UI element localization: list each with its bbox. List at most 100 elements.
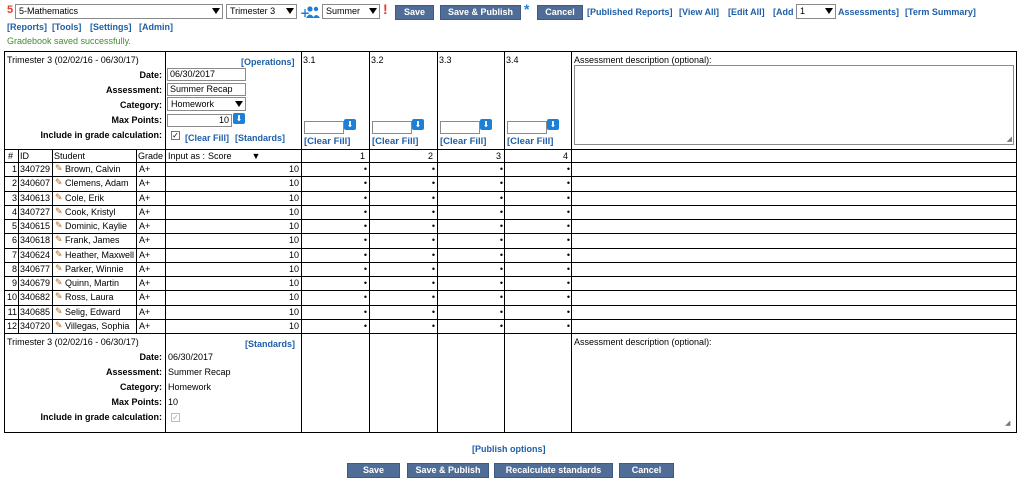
pencil-icon[interactable]: ✎ bbox=[55, 321, 64, 330]
date-field[interactable]: 06/30/2017 bbox=[167, 68, 246, 81]
standard-score-1[interactable]: • bbox=[301, 250, 367, 261]
recalculate-standards-button[interactable]: Recalculate standards bbox=[494, 463, 613, 478]
pencil-icon[interactable]: ✎ bbox=[55, 207, 64, 216]
standard-score-4[interactable]: • bbox=[504, 164, 570, 175]
standard-score-3[interactable]: • bbox=[437, 264, 503, 275]
score-input[interactable]: 10 bbox=[166, 235, 299, 246]
standard-fill-input-4[interactable] bbox=[507, 121, 547, 134]
clear-fill-link[interactable]: [Clear Fill] bbox=[185, 133, 229, 143]
download-arrow-icon[interactable]: ⬇ bbox=[412, 119, 424, 130]
standard-score-4[interactable]: • bbox=[504, 193, 570, 204]
standard-score-1[interactable]: • bbox=[301, 221, 367, 232]
score-input[interactable]: 10 bbox=[166, 264, 299, 275]
description-textarea[interactable]: ◢ bbox=[574, 65, 1014, 145]
standard-score-3[interactable]: • bbox=[437, 178, 503, 189]
term-summary-link[interactable]: [Term Summary] bbox=[905, 7, 976, 17]
download-arrow-icon[interactable]: ⬇ bbox=[547, 119, 559, 130]
assessment-field[interactable]: Summer Recap bbox=[167, 83, 246, 96]
standard-score-2[interactable]: • bbox=[369, 193, 435, 204]
footer-save-button[interactable]: Save bbox=[347, 463, 400, 478]
add-link[interactable]: [Add bbox=[773, 7, 794, 17]
standard-score-2[interactable]: • bbox=[369, 178, 435, 189]
standard-score-1[interactable]: • bbox=[301, 264, 367, 275]
publish-options-link[interactable]: [Publish options] bbox=[472, 444, 546, 454]
standard-score-1[interactable]: • bbox=[301, 178, 367, 189]
student-name[interactable]: Ross, Laura bbox=[65, 292, 114, 303]
standard-score-2[interactable]: • bbox=[369, 164, 435, 175]
standard-score-4[interactable]: • bbox=[504, 207, 570, 218]
standard-score-4[interactable]: • bbox=[504, 221, 570, 232]
pencil-icon[interactable]: ✎ bbox=[55, 278, 64, 287]
standard-fill-input-2[interactable] bbox=[372, 121, 412, 134]
standard-score-1[interactable]: • bbox=[301, 307, 367, 318]
student-name[interactable]: Frank, James bbox=[65, 235, 120, 246]
save-publish-button[interactable]: Save & Publish bbox=[440, 5, 521, 20]
settings-link[interactable]: [Settings] bbox=[90, 22, 132, 32]
max-points-field[interactable]: 10 bbox=[167, 114, 232, 127]
standard-score-3[interactable]: • bbox=[437, 164, 503, 175]
footer-save-publish-button[interactable]: Save & Publish bbox=[407, 463, 489, 478]
edit-all-link[interactable]: [Edit All] bbox=[728, 7, 765, 17]
group-select[interactable]: Summer bbox=[322, 4, 380, 19]
standard-score-4[interactable]: • bbox=[504, 250, 570, 261]
download-arrow-icon[interactable]: ⬇ bbox=[344, 119, 356, 130]
pencil-icon[interactable]: ✎ bbox=[55, 235, 64, 244]
standard-score-2[interactable]: • bbox=[369, 278, 435, 289]
score-input[interactable]: 10 bbox=[166, 307, 299, 318]
student-name[interactable]: Dominic, Kaylie bbox=[65, 221, 127, 232]
category-select[interactable]: Homework bbox=[167, 97, 246, 111]
standard-score-2[interactable]: • bbox=[369, 307, 435, 318]
standard-score-1[interactable]: • bbox=[301, 207, 367, 218]
class-select[interactable]: 5-Mathematics bbox=[15, 4, 223, 19]
download-arrow-icon[interactable]: ⬇ bbox=[480, 119, 492, 130]
student-name[interactable]: Cook, Kristyl bbox=[65, 207, 116, 218]
standard-score-2[interactable]: • bbox=[369, 207, 435, 218]
assessments-link[interactable]: Assessments] bbox=[838, 7, 899, 17]
standard-score-1[interactable]: • bbox=[301, 164, 367, 175]
student-name[interactable]: Villegas, Sophia bbox=[65, 321, 129, 332]
standard-fill-input-1[interactable] bbox=[304, 121, 344, 134]
standard-score-1[interactable]: • bbox=[301, 193, 367, 204]
score-input[interactable]: 10 bbox=[166, 292, 299, 303]
pencil-icon[interactable]: ✎ bbox=[55, 264, 64, 273]
standard-score-3[interactable]: • bbox=[437, 235, 503, 246]
reports-link[interactable]: [Reports] bbox=[7, 22, 47, 32]
score-input[interactable]: 10 bbox=[166, 164, 299, 175]
standard-score-3[interactable]: • bbox=[437, 250, 503, 261]
standard-fill-input-3[interactable] bbox=[440, 121, 480, 134]
group-add-icon[interactable]: + bbox=[300, 5, 320, 19]
score-input[interactable]: 10 bbox=[166, 207, 299, 218]
student-name[interactable]: Parker, Winnie bbox=[65, 264, 124, 275]
pencil-icon[interactable]: ✎ bbox=[55, 164, 64, 173]
standard-clear-fill-2[interactable]: [Clear Fill] bbox=[372, 136, 418, 147]
input-mode-select[interactable]: Score ▼ bbox=[208, 151, 260, 162]
standard-score-3[interactable]: • bbox=[437, 292, 503, 303]
published-reports-link[interactable]: [Published Reports] bbox=[587, 7, 673, 17]
pencil-icon[interactable]: ✎ bbox=[55, 193, 64, 202]
pencil-icon[interactable]: ✎ bbox=[55, 307, 64, 316]
standard-score-4[interactable]: • bbox=[504, 278, 570, 289]
score-input[interactable]: 10 bbox=[166, 321, 299, 332]
student-name[interactable]: Brown, Calvin bbox=[65, 164, 121, 175]
standard-score-3[interactable]: • bbox=[437, 321, 503, 332]
pencil-icon[interactable]: ✎ bbox=[55, 178, 64, 187]
footer-cancel-button[interactable]: Cancel bbox=[619, 463, 674, 478]
term-select[interactable]: Trimester 3 bbox=[226, 4, 297, 19]
standard-clear-fill-4[interactable]: [Clear Fill] bbox=[507, 136, 553, 147]
admin-link[interactable]: [Admin] bbox=[139, 22, 173, 32]
standard-score-3[interactable]: • bbox=[437, 221, 503, 232]
standard-score-2[interactable]: • bbox=[369, 264, 435, 275]
student-name[interactable]: Quinn, Martin bbox=[65, 278, 119, 289]
score-input[interactable]: 10 bbox=[166, 278, 299, 289]
standard-score-1[interactable]: • bbox=[301, 235, 367, 246]
standard-score-2[interactable]: • bbox=[369, 250, 435, 261]
save-button[interactable]: Save bbox=[395, 5, 434, 20]
standard-score-4[interactable]: • bbox=[504, 264, 570, 275]
bottom-standards-link[interactable]: [Standards] bbox=[245, 339, 295, 349]
tools-link[interactable]: [Tools] bbox=[52, 22, 81, 32]
add-count-select[interactable]: 1 bbox=[796, 4, 836, 19]
score-input[interactable]: 10 bbox=[166, 193, 299, 204]
standard-score-2[interactable]: • bbox=[369, 292, 435, 303]
standards-link[interactable]: [Standards] bbox=[235, 133, 285, 143]
score-input[interactable]: 10 bbox=[166, 250, 299, 261]
